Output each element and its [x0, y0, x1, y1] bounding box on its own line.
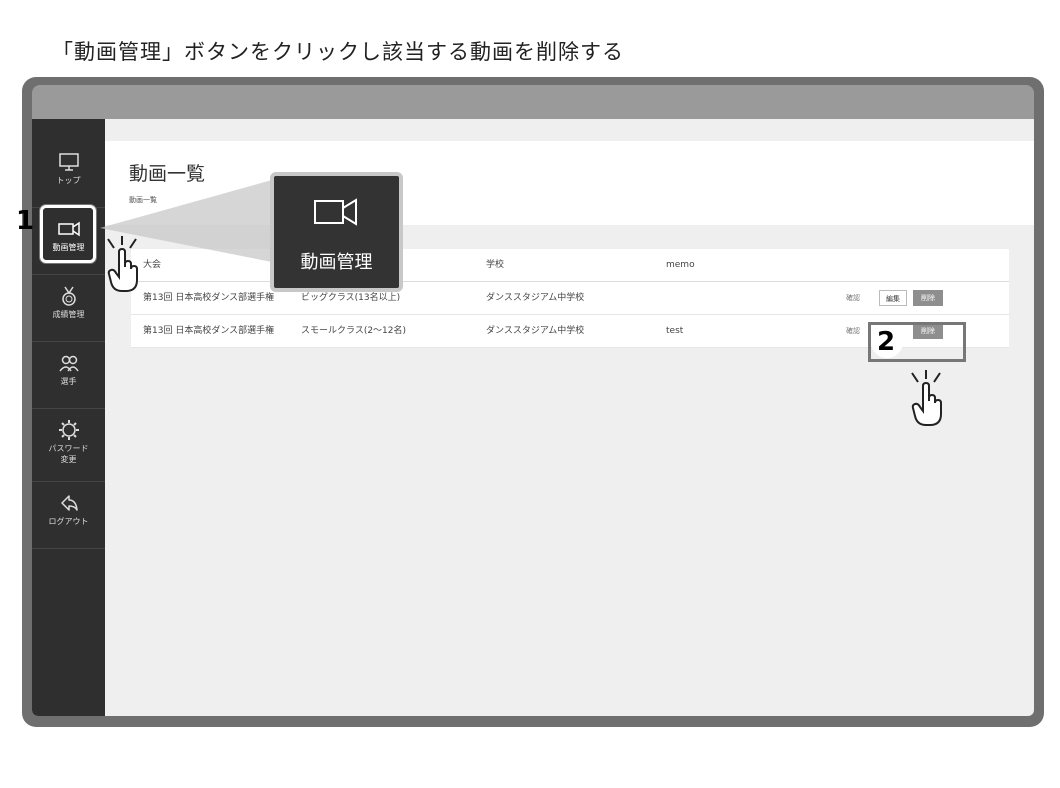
nav-highlight-frame: [40, 205, 96, 263]
step-number: 2: [877, 327, 896, 357]
hand-cursor-icon: [107, 236, 138, 292]
callout-pointer: [100, 180, 272, 262]
video-camera-icon: [314, 198, 357, 226]
callout-video-management: 動画管理: [270, 172, 403, 292]
hand-cursor-icon: [911, 370, 942, 426]
callout-label: 動画管理: [300, 252, 373, 273]
step-number: 1: [16, 206, 35, 236]
